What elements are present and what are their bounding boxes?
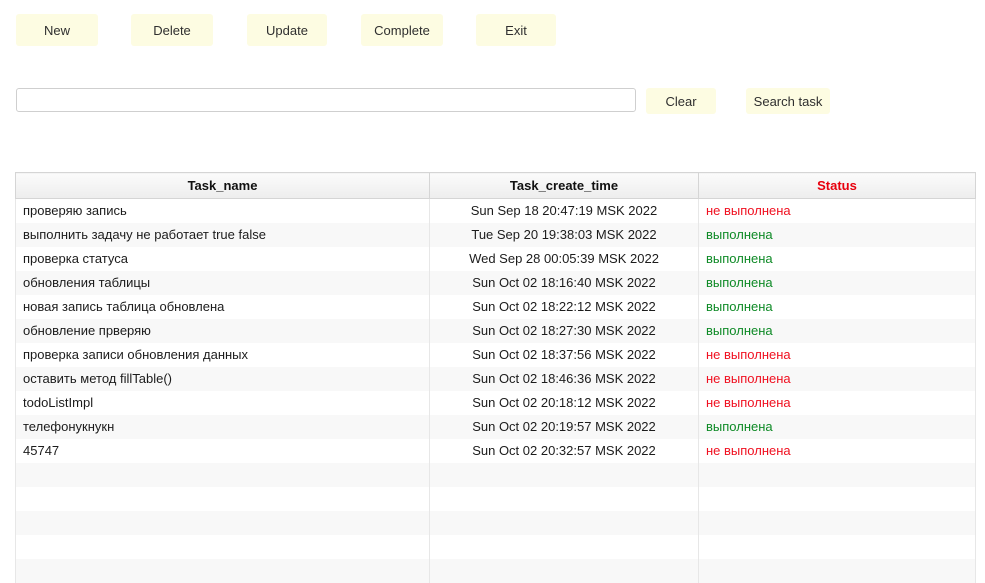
task-table-container: Task_name Task_create_time Status провер… <box>15 172 976 583</box>
table-row[interactable]: телефонукнукн Sun Oct 02 20:19:57 MSK 202… <box>15 414 976 439</box>
new-button[interactable]: New <box>16 14 98 46</box>
cell-task-name: выполнить задачу не работает true false <box>15 222 430 247</box>
cell-status: выполнена <box>698 414 976 439</box>
table-row[interactable]: обновления таблицы Sun Oct 02 18:16:40 MS… <box>15 270 976 295</box>
cell-task-name: todoListImpl <box>15 390 430 415</box>
cell-task-create-time <box>429 510 699 535</box>
table-row[interactable]: проверяю запись Sun Sep 18 20:47:19 MSK 2… <box>15 198 976 223</box>
search-input[interactable] <box>16 88 636 112</box>
column-header-task-name[interactable]: Task_name <box>15 172 430 199</box>
cell-task-create-time <box>429 486 699 511</box>
cell-task-create-time: Sun Oct 02 20:18:12 MSK 2022 <box>429 390 699 415</box>
main-toolbar: New Delete Update Complete Exit <box>0 0 985 62</box>
cell-status: не выполнена <box>698 198 976 223</box>
cell-status <box>698 558 976 583</box>
cell-status <box>698 534 976 559</box>
cell-status: выполнена <box>698 270 976 295</box>
cell-status <box>698 510 976 535</box>
cell-status: не выполнена <box>698 366 976 391</box>
cell-task-name <box>15 558 430 583</box>
cell-task-create-time: Sun Sep 18 20:47:19 MSK 2022 <box>429 198 699 223</box>
cell-task-create-time <box>429 534 699 559</box>
table-row[interactable] <box>15 534 976 559</box>
table-row[interactable]: проверка статуса Wed Sep 28 00:05:39 MSK … <box>15 246 976 271</box>
cell-status: не выполнена <box>698 390 976 415</box>
table-row[interactable] <box>15 558 976 583</box>
cell-task-name <box>15 510 430 535</box>
cell-task-name: проверка записи обновления данных <box>15 342 430 367</box>
cell-task-create-time: Sun Oct 02 20:19:57 MSK 2022 <box>429 414 699 439</box>
task-table-header: Task_name Task_create_time Status <box>15 172 976 199</box>
table-row[interactable]: оставить метод fillTable() Sun Oct 02 18:… <box>15 366 976 391</box>
cell-task-create-time: Sun Oct 02 18:22:12 MSK 2022 <box>429 294 699 319</box>
cell-status: выполнена <box>698 318 976 343</box>
task-table: Task_name Task_create_time Status провер… <box>15 172 976 583</box>
task-table-body: проверяю запись Sun Sep 18 20:47:19 MSK 2… <box>15 198 976 583</box>
cell-status <box>698 462 976 487</box>
cell-task-create-time: Sun Oct 02 20:32:57 MSK 2022 <box>429 438 699 463</box>
table-row[interactable] <box>15 486 976 511</box>
search-bar: Clear Search task <box>0 62 985 132</box>
cell-task-create-time <box>429 462 699 487</box>
cell-status: выполнена <box>698 294 976 319</box>
search-task-button[interactable]: Search task <box>746 88 830 114</box>
update-button[interactable]: Update <box>247 14 327 46</box>
cell-task-name: проверяю запись <box>15 198 430 223</box>
delete-button[interactable]: Delete <box>131 14 213 46</box>
cell-task-name: обновление прверяю <box>15 318 430 343</box>
cell-task-create-time: Sun Oct 02 18:16:40 MSK 2022 <box>429 270 699 295</box>
cell-status: выполнена <box>698 222 976 247</box>
clear-button[interactable]: Clear <box>646 88 716 114</box>
cell-task-create-time <box>429 558 699 583</box>
cell-task-name <box>15 486 430 511</box>
cell-status <box>698 486 976 511</box>
table-row[interactable]: выполнить задачу не работает true false T… <box>15 222 976 247</box>
cell-status: не выполнена <box>698 342 976 367</box>
cell-status: не выполнена <box>698 438 976 463</box>
cell-task-name: проверка статуса <box>15 246 430 271</box>
cell-task-create-time: Sun Oct 02 18:27:30 MSK 2022 <box>429 318 699 343</box>
table-row[interactable]: новая запись таблица обновлена Sun Oct 02… <box>15 294 976 319</box>
table-row[interactable]: todoListImpl Sun Oct 02 20:18:12 MSK 2022… <box>15 390 976 415</box>
complete-button[interactable]: Complete <box>361 14 443 46</box>
cell-task-name: новая запись таблица обновлена <box>15 294 430 319</box>
column-header-status[interactable]: Status <box>698 172 976 199</box>
header-row: Task_name Task_create_time Status <box>15 172 976 199</box>
table-row[interactable] <box>15 510 976 535</box>
cell-task-name: 45747 <box>15 438 430 463</box>
exit-button[interactable]: Exit <box>476 14 556 46</box>
cell-task-create-time: Tue Sep 20 19:38:03 MSK 2022 <box>429 222 699 247</box>
cell-task-name: оставить метод fillTable() <box>15 366 430 391</box>
cell-task-create-time: Sun Oct 02 18:37:56 MSK 2022 <box>429 342 699 367</box>
column-header-task-create-time[interactable]: Task_create_time <box>429 172 699 199</box>
cell-task-name <box>15 462 430 487</box>
cell-task-name: обновления таблицы <box>15 270 430 295</box>
table-row[interactable]: проверка записи обновления данных Sun Oct… <box>15 342 976 367</box>
cell-task-create-time: Wed Sep 28 00:05:39 MSK 2022 <box>429 246 699 271</box>
cell-task-name: телефонукнукн <box>15 414 430 439</box>
table-row[interactable]: обновление прверяю Sun Oct 02 18:27:30 MS… <box>15 318 976 343</box>
cell-status: выполнена <box>698 246 976 271</box>
cell-task-create-time: Sun Oct 02 18:46:36 MSK 2022 <box>429 366 699 391</box>
table-row[interactable]: 45747 Sun Oct 02 20:32:57 MSK 2022 не выпо… <box>15 438 976 463</box>
cell-task-name <box>15 534 430 559</box>
table-row[interactable] <box>15 462 976 487</box>
